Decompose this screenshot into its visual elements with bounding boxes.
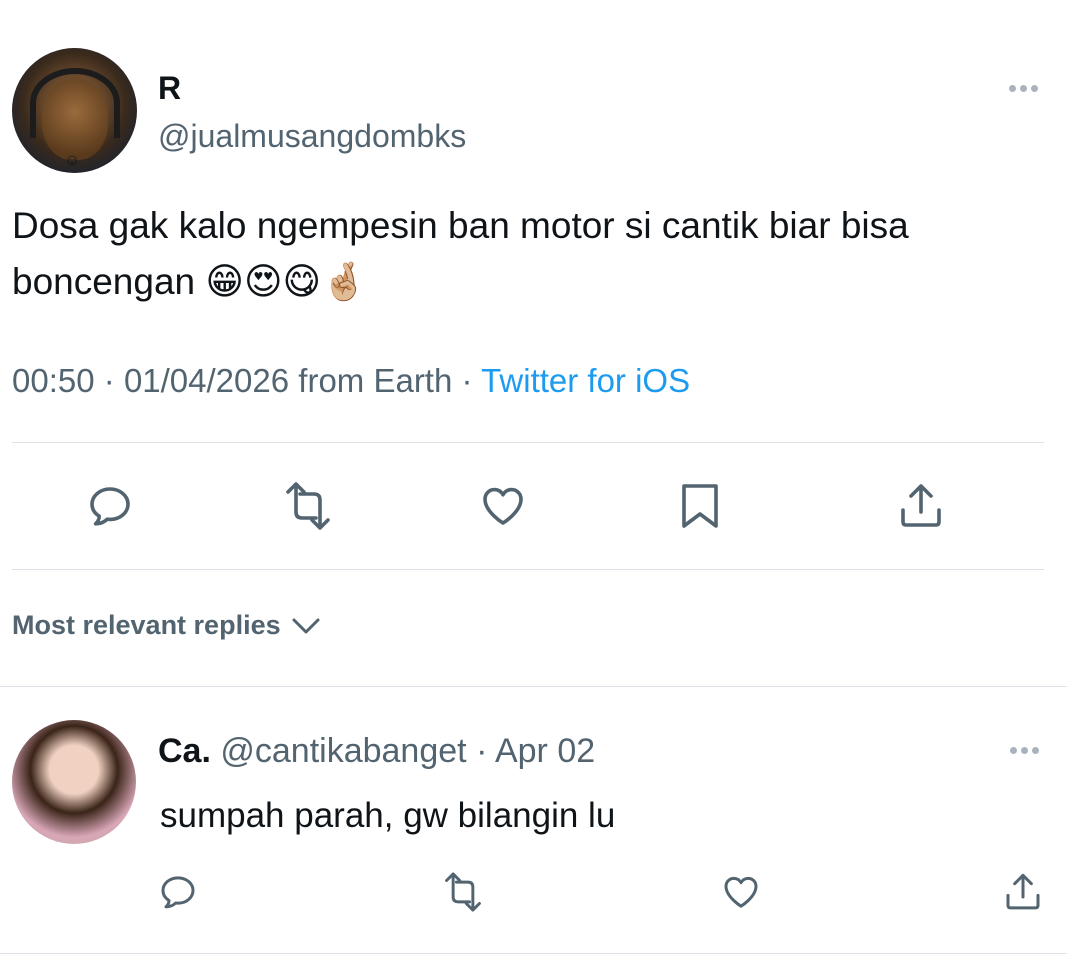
reply-avatar[interactable] — [12, 720, 136, 844]
like-icon[interactable] — [479, 482, 527, 530]
reply-icon[interactable] — [158, 872, 198, 912]
avatar-face — [42, 80, 108, 160]
tweet-meta: 00:50 · 01/04/2026 from Earth · Twitter … — [12, 362, 690, 400]
share-icon[interactable] — [897, 482, 945, 530]
author-name[interactable]: R — [158, 70, 181, 107]
author-avatar[interactable]: ☺ — [12, 48, 137, 173]
reply-icon[interactable] — [86, 482, 134, 530]
retweet-icon[interactable] — [440, 872, 486, 912]
divider-bottom — [0, 953, 1067, 954]
more-horizontal-icon[interactable] — [1010, 747, 1039, 754]
more-horizontal-icon[interactable] — [1009, 85, 1038, 92]
tweet-time[interactable]: 00:50 — [12, 362, 95, 399]
tweet-location: from Earth — [298, 362, 453, 399]
reply-text: sumpah parah, gw bilangin lu — [160, 796, 616, 835]
tweet-source-link[interactable]: Twitter for iOS — [481, 362, 690, 399]
divider-replies — [0, 686, 1067, 687]
author-handle[interactable]: @jualmusangdombks — [158, 118, 466, 155]
share-icon[interactable] — [1003, 872, 1043, 912]
replies-sort[interactable]: Most relevant replies — [12, 610, 321, 641]
avatar-emoji: ☺ — [64, 152, 81, 169]
sort-label: Most relevant replies — [12, 610, 281, 640]
reply-author-handle[interactable]: @cantikabanget — [220, 732, 466, 770]
tweet-date[interactable]: 01/04/2026 — [124, 362, 289, 399]
reply-date[interactable]: Apr 02 — [495, 732, 595, 770]
like-icon[interactable] — [721, 872, 761, 912]
reply-separator: · — [476, 732, 488, 770]
reply-author-name[interactable]: Ca. — [158, 732, 211, 770]
bookmark-icon[interactable] — [678, 482, 722, 530]
reply-header: Ca. @cantikabanget · Apr 02 — [158, 732, 595, 771]
divider-top — [12, 442, 1044, 443]
chevron-down-icon — [292, 618, 320, 633]
meta-separator: · — [103, 362, 124, 399]
retweet-icon[interactable] — [280, 482, 336, 530]
divider-actions — [12, 569, 1044, 570]
meta-separator: · — [461, 362, 482, 399]
tweet-text: Dosa gak kalo ngempesin ban motor si can… — [12, 205, 909, 302]
